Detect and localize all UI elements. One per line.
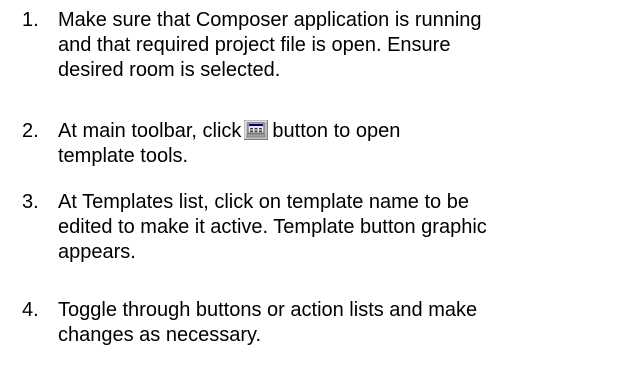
step-line: appears. bbox=[58, 241, 136, 263]
step-line: edited to make it active. Template butto… bbox=[58, 216, 487, 238]
step-line: Make sure that Composer application is r… bbox=[58, 9, 482, 31]
step-number: 3. bbox=[22, 191, 39, 213]
step-line: At Templates list, click on template nam… bbox=[58, 191, 469, 213]
step-number: 2. bbox=[22, 120, 39, 142]
step-text: At Templates list, click on template nam… bbox=[58, 190, 638, 265]
step-line: At main toolbar, click button to open bbox=[58, 119, 638, 144]
step-line: Toggle through buttons or action lists a… bbox=[58, 299, 478, 321]
step-line-text: button to open bbox=[272, 120, 401, 142]
step-text: Toggle through buttons or action lists a… bbox=[58, 298, 638, 348]
step-line-text: At main toolbar, click bbox=[58, 120, 242, 142]
step-line: template tools. bbox=[58, 145, 189, 167]
step-text: At main toolbar, click button to open te… bbox=[58, 119, 638, 169]
step-number: 4. bbox=[22, 299, 39, 321]
instruction-steps: 1. Make sure that Composer application i… bbox=[0, 0, 643, 375]
template-tools-icon bbox=[244, 120, 269, 140]
step-line: and that required project file is open. … bbox=[58, 34, 451, 56]
step-line: desired room is selected. bbox=[58, 59, 281, 81]
step-number: 1. bbox=[22, 9, 39, 31]
step-line: changes as necessary. bbox=[58, 324, 262, 346]
step-text: Make sure that Composer application is r… bbox=[58, 8, 638, 83]
